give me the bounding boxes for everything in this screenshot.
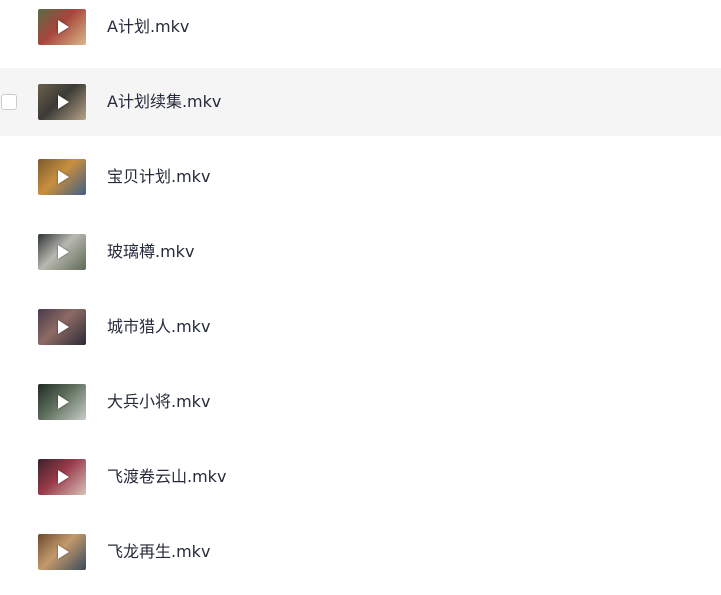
row-checkbox[interactable]: [1, 94, 17, 110]
file-name[interactable]: 城市猎人.mkv: [107, 315, 210, 339]
file-name[interactable]: A计划续集.mkv: [107, 90, 221, 114]
play-icon: [58, 395, 69, 409]
file-name[interactable]: 大兵小将.mkv: [107, 390, 210, 414]
file-name[interactable]: 宝贝计划.mkv: [107, 165, 210, 189]
file-row[interactable]: 城市猎人.mkv: [0, 293, 721, 361]
video-thumbnail[interactable]: [38, 159, 86, 195]
video-thumbnail[interactable]: [38, 459, 86, 495]
video-thumbnail[interactable]: [38, 534, 86, 570]
video-thumbnail[interactable]: [38, 384, 86, 420]
video-thumbnail[interactable]: [38, 309, 86, 345]
play-icon: [58, 320, 69, 334]
file-row[interactable]: 玻璃樽.mkv: [0, 218, 721, 286]
video-thumbnail[interactable]: [38, 9, 86, 45]
file-row[interactable]: A计划续集.mkv: [0, 68, 721, 136]
file-list: A计划.mkv A计划续集.mkv 宝贝计划.mkv 玻璃樽.mkv 城市猎人.…: [0, 0, 721, 595]
file-row[interactable]: A计划.mkv: [0, 0, 721, 61]
file-row[interactable]: 宝贝计划.mkv: [0, 143, 721, 211]
video-thumbnail[interactable]: [38, 234, 86, 270]
play-icon: [58, 95, 69, 109]
file-row[interactable]: 大兵小将.mkv: [0, 368, 721, 436]
file-row[interactable]: 飞渡卷云山.mkv: [0, 443, 721, 511]
play-icon: [58, 245, 69, 259]
play-icon: [58, 20, 69, 34]
file-name[interactable]: A计划.mkv: [107, 15, 189, 39]
video-thumbnail[interactable]: [38, 84, 86, 120]
file-row[interactable]: 飞龙再生.mkv: [0, 518, 721, 586]
play-icon: [58, 170, 69, 184]
play-icon: [58, 545, 69, 559]
file-name[interactable]: 飞渡卷云山.mkv: [107, 465, 226, 489]
file-name[interactable]: 飞龙再生.mkv: [107, 540, 210, 564]
file-name[interactable]: 玻璃樽.mkv: [107, 240, 194, 264]
play-icon: [58, 470, 69, 484]
